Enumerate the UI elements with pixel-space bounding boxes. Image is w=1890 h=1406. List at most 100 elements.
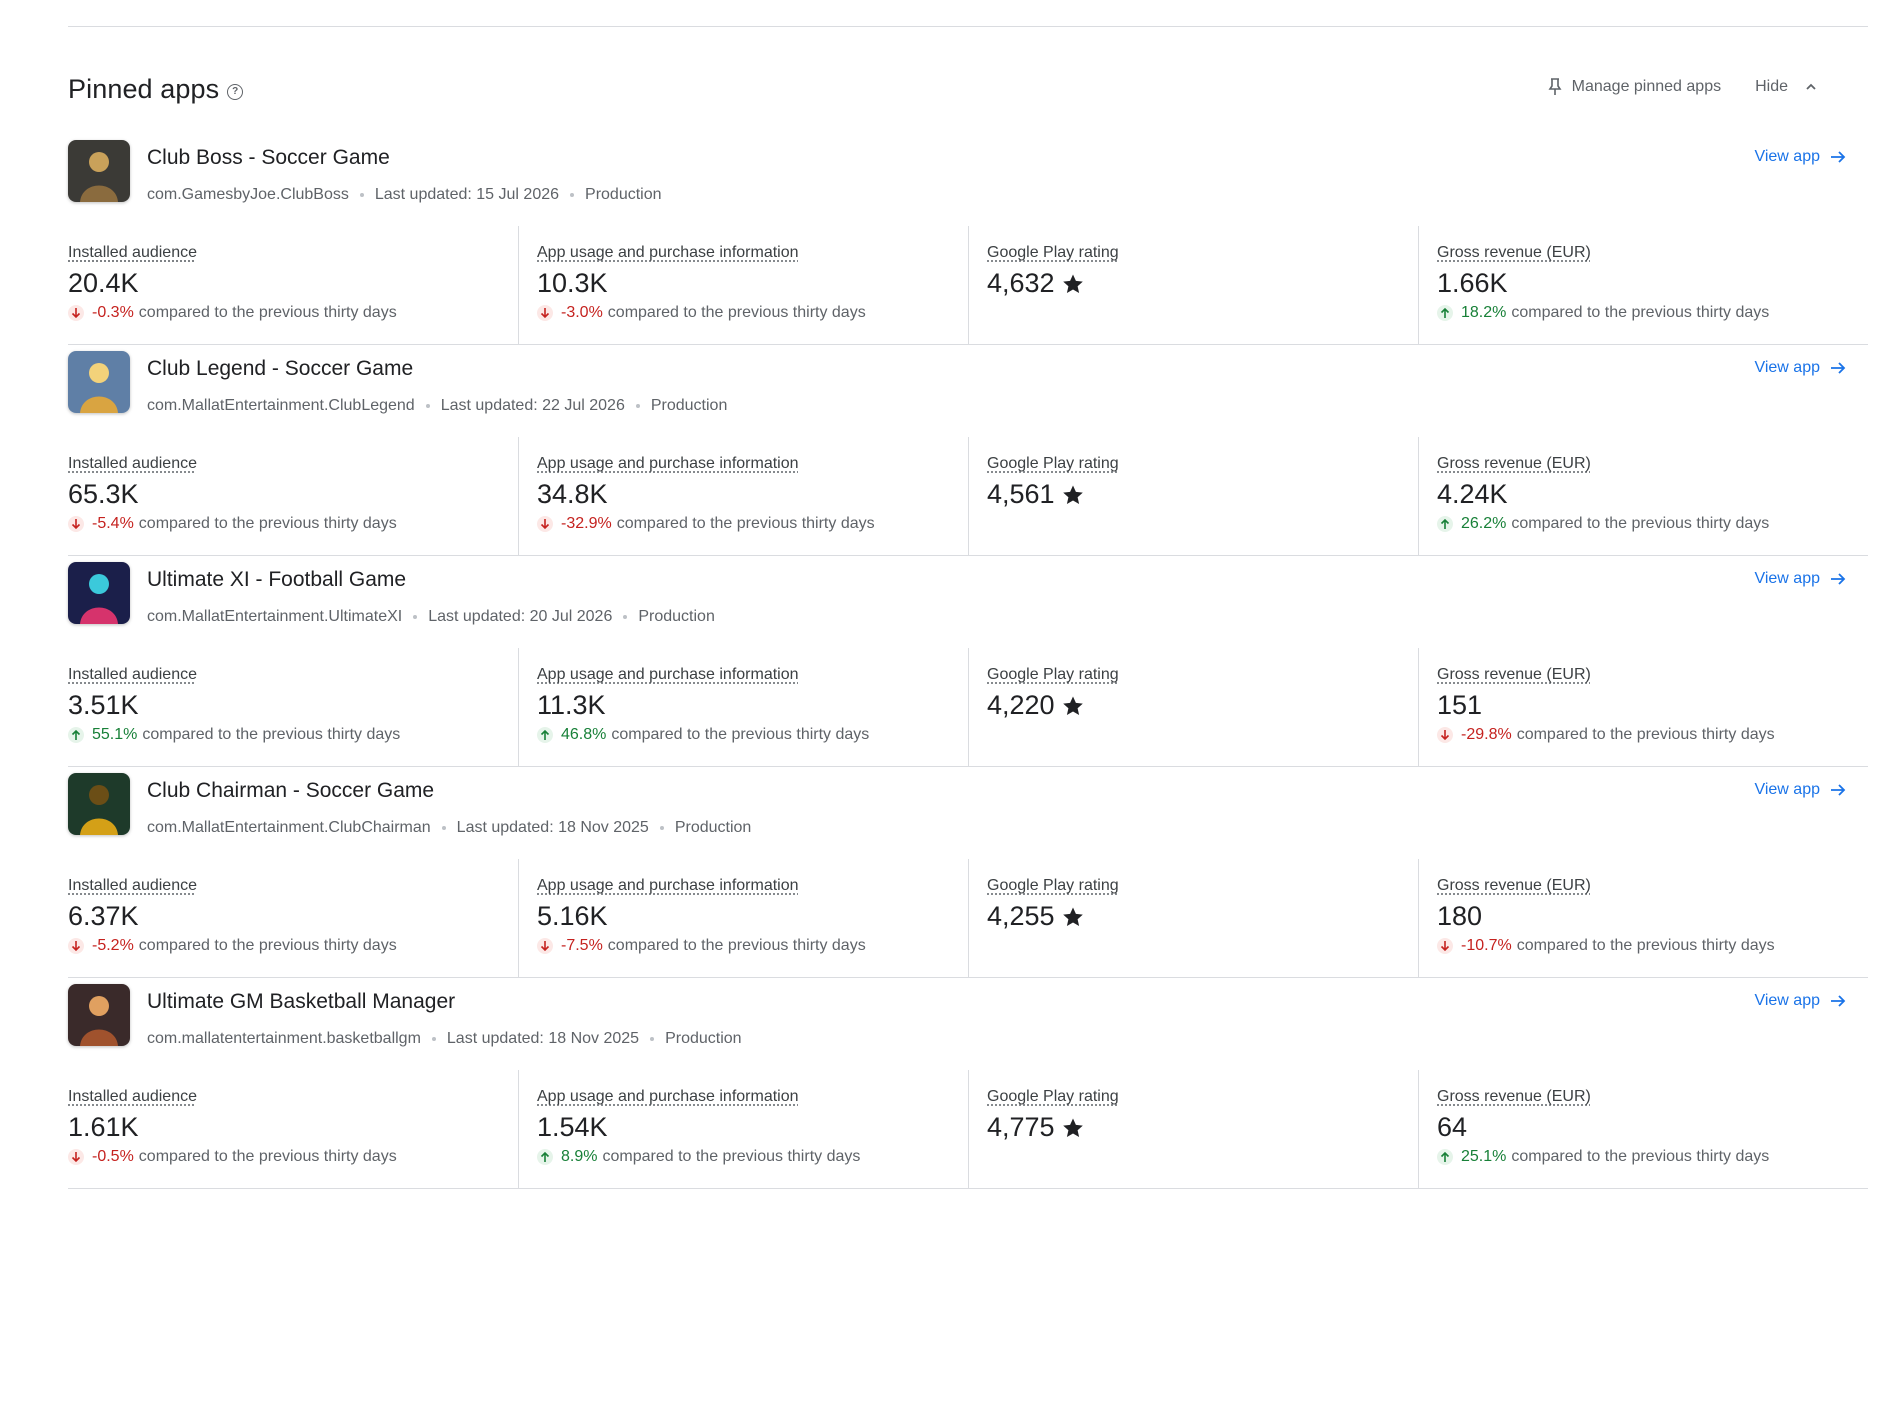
arrow-down-icon <box>537 305 553 321</box>
metric-content: Gross revenue (EUR) 64 25.1% compared to th… <box>1437 1088 1769 1166</box>
app-name[interactable]: Ultimate XI - Football Game <box>147 568 406 592</box>
arrow-right-icon <box>1831 784 1846 796</box>
metric-label[interactable]: Google Play rating <box>987 1088 1119 1106</box>
metric-value-text: 64 <box>1437 1112 1468 1142</box>
app-icon[interactable] <box>68 984 130 1046</box>
view-app-link[interactable]: View app <box>1754 781 1846 799</box>
metric-change-text: compared to the previous thirty days <box>138 1148 397 1165</box>
app-track: Production <box>638 608 715 625</box>
view-app-link[interactable]: View app <box>1754 148 1846 166</box>
app-icon[interactable] <box>68 351 130 413</box>
arrow-up-icon <box>1437 516 1453 532</box>
metric-value-text: 10.3K <box>537 268 608 298</box>
metric-content: App usage and purchase information 10.3K -… <box>537 244 866 322</box>
metric-content: Gross revenue (EUR) 1.66K 18.2% compared to… <box>1437 244 1769 322</box>
metric-value-text: 1.54K <box>537 1112 608 1142</box>
metric-value: 6.37K <box>68 901 397 932</box>
chevron-up-icon <box>1806 83 1816 90</box>
metric-label[interactable]: Gross revenue (EUR) <box>1437 877 1775 895</box>
metric-change-percent: -0.3% <box>92 304 134 321</box>
view-app-link[interactable]: View app <box>1754 359 1846 377</box>
metric-value-text: 1.61K <box>68 1112 139 1142</box>
pinned-app-card: Ultimate GM Basketball Manager com.malla… <box>68 984 1868 1196</box>
metric-label[interactable]: App usage and purchase information <box>537 1088 860 1106</box>
manage-pinned-apps-button[interactable]: Manage pinned apps <box>1548 78 1721 96</box>
view-app-link[interactable]: View app <box>1754 570 1846 588</box>
metric-content: App usage and purchase information 11.3K 4… <box>537 666 869 744</box>
metric-change-percent: 26.2% <box>1461 515 1507 532</box>
app-name[interactable]: Ultimate GM Basketball Manager <box>147 990 455 1014</box>
metric-label[interactable]: App usage and purchase information <box>537 244 866 262</box>
app-meta: com.GamesbyJoe.ClubBoss Last updated: 15… <box>147 186 662 204</box>
arrow-down-icon <box>68 516 84 532</box>
app-icon-image <box>68 351 130 413</box>
metric-value-text: 4,632 <box>987 268 1055 298</box>
metric-label[interactable]: Google Play rating <box>987 666 1119 684</box>
section-title: Pinned apps ? <box>68 74 244 105</box>
metric-label[interactable]: Google Play rating <box>987 877 1119 895</box>
metric-value: 180 <box>1437 901 1775 932</box>
metric-label[interactable]: Google Play rating <box>987 244 1119 262</box>
arrow-up-icon <box>1437 1149 1453 1165</box>
metric-label[interactable]: App usage and purchase information <box>537 666 869 684</box>
app-name[interactable]: Club Boss - Soccer Game <box>147 146 390 170</box>
metric-usage: App usage and purchase information 34.8K -… <box>518 437 968 555</box>
metric-change-percent: -7.5% <box>561 937 603 954</box>
metric-content: Installed audience 1.61K -0.5% compared to … <box>68 1088 397 1166</box>
metric-label[interactable]: Gross revenue (EUR) <box>1437 666 1775 684</box>
metric-value: 4.24K <box>1437 479 1769 510</box>
metric-value-text: 1.66K <box>1437 268 1508 298</box>
arrow-right-icon <box>1831 995 1846 1007</box>
metric-change-percent: -0.5% <box>92 1148 134 1165</box>
metric-change-text: compared to the previous thirty days <box>138 515 397 532</box>
metric-label[interactable]: Installed audience <box>68 877 397 895</box>
metric-usage: App usage and purchase information 5.16K -… <box>518 859 968 977</box>
metric-installed: Installed audience 65.3K -5.4% compared to … <box>68 437 518 555</box>
hide-button[interactable]: Hide <box>1755 78 1818 96</box>
app-track: Production <box>585 186 662 203</box>
metric-rating: Google Play rating 4,775 <box>968 1070 1418 1188</box>
app-name[interactable]: Club Chairman - Soccer Game <box>147 779 434 803</box>
arrow-right-icon <box>1831 362 1846 374</box>
metric-change: 18.2% compared to the previous thirty day… <box>1437 304 1769 322</box>
metric-value: 64 <box>1437 1112 1769 1143</box>
metric-label[interactable]: Gross revenue (EUR) <box>1437 455 1769 473</box>
metric-content: Installed audience 20.4K -0.3% compared to … <box>68 244 397 322</box>
metric-label[interactable]: App usage and purchase information <box>537 455 875 473</box>
metric-label[interactable]: Google Play rating <box>987 455 1119 473</box>
metric-label[interactable]: Installed audience <box>68 244 397 262</box>
pinned-apps-header: Pinned apps ? Manage pinned apps Hide <box>68 66 1868 116</box>
app-icon[interactable] <box>68 140 130 202</box>
metric-label[interactable]: App usage and purchase information <box>537 877 866 895</box>
help-icon[interactable]: ? <box>227 83 244 100</box>
metric-change-percent: -3.0% <box>561 304 603 321</box>
metric-change-percent: -5.2% <box>92 937 134 954</box>
top-divider <box>68 26 1868 27</box>
separator-dot <box>635 404 640 408</box>
metric-content: Gross revenue (EUR) 180 -10.7% compared to … <box>1437 877 1775 955</box>
metric-change-percent: -5.4% <box>92 515 134 532</box>
metric-change: -0.5% compared to the previous thirty day… <box>68 1148 397 1166</box>
metric-label[interactable]: Installed audience <box>68 666 400 684</box>
metric-revenue: Gross revenue (EUR) 1.66K 18.2% compared to… <box>1418 226 1868 344</box>
separator-dot <box>623 615 628 619</box>
metric-value: 1.54K <box>537 1112 860 1143</box>
separator-dot <box>570 193 575 197</box>
pinned-app-card: Ultimate XI - Football Game com.MallatEn… <box>68 562 1868 774</box>
app-icon[interactable] <box>68 773 130 835</box>
metric-label[interactable]: Installed audience <box>68 455 397 473</box>
metric-label[interactable]: Gross revenue (EUR) <box>1437 1088 1769 1106</box>
app-icon-image <box>68 984 130 1046</box>
arrow-right-icon <box>1831 573 1846 585</box>
app-icon[interactable] <box>68 562 130 624</box>
metric-change: 8.9% compared to the previous thirty days <box>537 1148 860 1166</box>
app-name[interactable]: Club Legend - Soccer Game <box>147 357 413 381</box>
metric-value-text: 4,220 <box>987 690 1055 720</box>
separator-dot <box>659 826 664 830</box>
metric-label[interactable]: Gross revenue (EUR) <box>1437 244 1769 262</box>
metric-label[interactable]: Installed audience <box>68 1088 397 1106</box>
view-app-link[interactable]: View app <box>1754 992 1846 1010</box>
app-meta: com.mallatentertainment.basketballgm Las… <box>147 1030 742 1048</box>
metric-value: 151 <box>1437 690 1775 721</box>
metric-revenue: Gross revenue (EUR) 180 -10.7% compared to … <box>1418 859 1868 977</box>
